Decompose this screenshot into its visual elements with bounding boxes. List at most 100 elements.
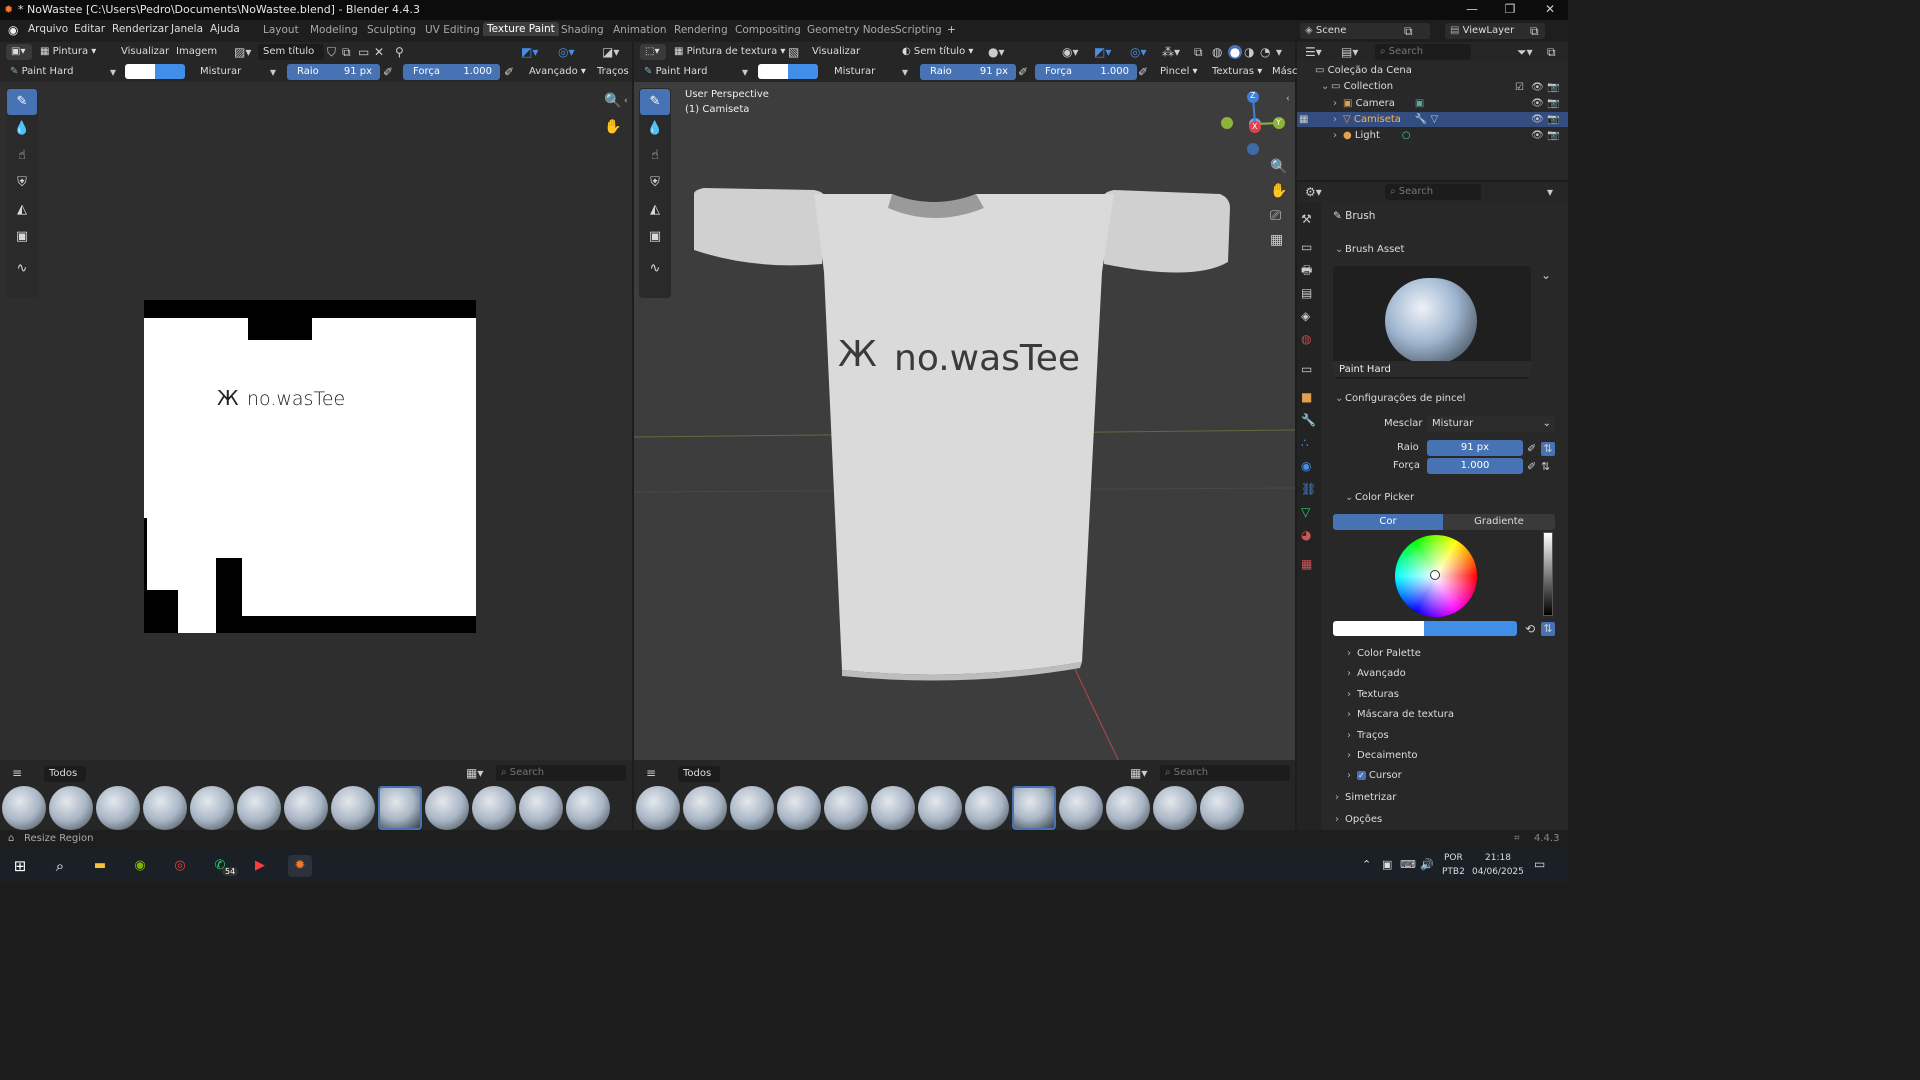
unified-icon[interactable]: ⇅ bbox=[1541, 460, 1550, 474]
menu-renderizar[interactable]: Renderizar bbox=[112, 23, 169, 35]
radius-field[interactable]: 91 px bbox=[1427, 440, 1523, 456]
brush-thumb[interactable] bbox=[2, 786, 46, 830]
menu-icon[interactable]: ≡ bbox=[12, 766, 22, 780]
brush-dropdown[interactable]: ✎ Paint Hard bbox=[10, 64, 73, 80]
grid-view-icon[interactable]: ▦▾ bbox=[1130, 766, 1147, 780]
cursor-checkbox[interactable]: ✓ bbox=[1357, 771, 1366, 780]
grid-view-icon[interactable]: ▦▾ bbox=[466, 766, 483, 780]
menu-arquivo[interactable]: Arquivo bbox=[28, 23, 68, 35]
wireframe-shading-icon[interactable]: ◍ bbox=[1212, 45, 1222, 59]
panel-advanced[interactable]: › Avançado bbox=[1347, 668, 1406, 679]
blend-dropdown[interactable]: Misturar ⌄ bbox=[1427, 416, 1555, 432]
editor-type-icon[interactable]: ▣▾ bbox=[6, 44, 32, 60]
chevron-down-icon[interactable]: ▾ bbox=[270, 65, 276, 79]
tab-scripting[interactable]: Scripting bbox=[895, 24, 942, 36]
chevron-down-icon[interactable]: ▾ bbox=[902, 65, 908, 79]
brush-thumb[interactable] bbox=[1106, 786, 1150, 830]
panel-color-picker[interactable]: ⌄ Color Picker bbox=[1345, 492, 1414, 503]
tab-uv-editing[interactable]: UV Editing bbox=[425, 24, 480, 36]
brush-thumb[interactable] bbox=[143, 786, 187, 830]
tab-layout[interactable]: Layout bbox=[263, 24, 299, 36]
chevron-down-icon[interactable]: ⌄ bbox=[1541, 268, 1551, 282]
strokes-menu[interactable]: Traços bbox=[597, 64, 629, 80]
media-player-icon[interactable]: ▶ bbox=[248, 855, 272, 877]
smear-tool-icon[interactable]: ☝ bbox=[640, 143, 670, 169]
tab-modeling[interactable]: Modeling bbox=[310, 24, 358, 36]
draw-tool-icon[interactable]: ✎ bbox=[7, 89, 37, 115]
brush-thumb[interactable] bbox=[96, 786, 140, 830]
tab-sculpting[interactable]: Sculpting bbox=[367, 24, 416, 36]
brush-menu[interactable]: Pincel ▾ bbox=[1160, 64, 1198, 80]
new-scene-icon[interactable]: ⧉ bbox=[1404, 24, 1413, 38]
viewport-view-menu[interactable]: Visualizar bbox=[812, 44, 860, 60]
draw-tool-icon[interactable]: ✎ bbox=[640, 89, 670, 115]
outliner-item-camiseta[interactable]: › ▽ Camiseta 🔧 ▽ bbox=[1333, 114, 1438, 125]
unified-color-icon[interactable]: ⇅ bbox=[1541, 622, 1555, 636]
menu-icon[interactable]: ≡ bbox=[646, 766, 656, 780]
strength-field[interactable]: 1.000 bbox=[1427, 458, 1523, 474]
brush-thumb[interactable] bbox=[965, 786, 1009, 830]
brush-thumb-selected[interactable] bbox=[1012, 786, 1056, 830]
filter-icon[interactable]: ⏷▾ bbox=[1517, 45, 1533, 59]
color-wheel-cursor[interactable] bbox=[1430, 570, 1440, 580]
tab-texture-paint[interactable]: Texture Paint bbox=[483, 22, 559, 36]
visibility-icon[interactable]: ◉▾ bbox=[1062, 45, 1079, 59]
display-mode-icon[interactable]: ▤▾ bbox=[1341, 45, 1358, 59]
brush-thumb[interactable] bbox=[918, 786, 962, 830]
image-editor-canvas[interactable]: ✎ 💧 ☝ ⛨ ◭ ▣ ∿ 🔍 ✋ ‹ Ж no.wasTee bbox=[0, 82, 632, 760]
panel-brush-asset[interactable]: ⌄ Brush Asset bbox=[1335, 244, 1404, 255]
panel-color-palette[interactable]: › Color Palette bbox=[1347, 648, 1421, 659]
brush-thumb[interactable] bbox=[1200, 786, 1244, 830]
pressure-icon[interactable]: ✐ bbox=[504, 65, 514, 79]
particles-tab-icon[interactable]: ∴ bbox=[1301, 436, 1309, 450]
camera-render-icon[interactable]: 📷 bbox=[1547, 81, 1559, 95]
brush-thumb[interactable] bbox=[1059, 786, 1103, 830]
soften-tool-icon[interactable]: 💧 bbox=[7, 116, 37, 142]
viewlayer-tab-icon[interactable]: ▤ bbox=[1301, 286, 1312, 300]
tab-gradient[interactable]: Gradiente bbox=[1443, 514, 1555, 530]
brush-thumb[interactable] bbox=[472, 786, 516, 830]
radius-field[interactable]: Raio 91 px bbox=[920, 64, 1016, 80]
nvidia-icon[interactable]: ◉ bbox=[128, 855, 152, 877]
lang-primary[interactable]: POR bbox=[1444, 853, 1463, 863]
brush-thumb[interactable] bbox=[331, 786, 375, 830]
tab-compositing[interactable]: Compositing bbox=[735, 24, 801, 36]
camera-render-icon[interactable]: 📷 bbox=[1547, 129, 1559, 143]
tab-rendering[interactable]: Rendering bbox=[674, 24, 728, 36]
gizmo-y-label[interactable]: Y bbox=[1276, 118, 1281, 127]
pressure-icon[interactable]: ✐ bbox=[1527, 442, 1536, 456]
output-tab-icon[interactable]: 🖶 bbox=[1301, 263, 1312, 277]
brush-thumb[interactable] bbox=[425, 786, 469, 830]
pin-icon[interactable]: ⚲ bbox=[395, 45, 404, 59]
brush-thumb[interactable] bbox=[730, 786, 774, 830]
secondary-color-swatch[interactable] bbox=[155, 64, 185, 79]
fill-tool-icon[interactable]: ◭ bbox=[7, 197, 37, 223]
material-tab-icon[interactable]: ◕ bbox=[1301, 528, 1311, 542]
tab-shading[interactable]: Shading bbox=[561, 24, 604, 36]
clone-tool-icon[interactable]: ⛨ bbox=[7, 170, 37, 196]
fake-user-icon[interactable]: ⛉ bbox=[327, 45, 336, 59]
scene-tab-icon[interactable]: ◈ bbox=[1301, 309, 1310, 323]
asset-tab-todos[interactable]: Todos bbox=[44, 766, 86, 782]
unlink-image-icon[interactable]: ✕ bbox=[374, 45, 384, 59]
brush-thumb[interactable] bbox=[237, 786, 281, 830]
xray-menu-icon[interactable]: ⁂▾ bbox=[1162, 45, 1180, 59]
texture-tab-icon[interactable]: ▦ bbox=[1301, 557, 1312, 571]
open-image-icon[interactable]: ▭ bbox=[358, 45, 369, 59]
sample-icon[interactable]: ◩▾ bbox=[521, 45, 538, 59]
panel-textures[interactable]: › Texturas bbox=[1347, 689, 1399, 700]
object-tab-icon[interactable]: ■ bbox=[1301, 390, 1312, 404]
constraints-tab-icon[interactable]: ⛓ bbox=[1301, 482, 1316, 496]
brush-thumb[interactable] bbox=[566, 786, 610, 830]
pan-hand-icon[interactable]: ✋ bbox=[1270, 184, 1287, 198]
brush-dropdown[interactable]: ✎ Paint Hard bbox=[644, 64, 707, 80]
color-wheel[interactable] bbox=[1395, 535, 1477, 617]
new-viewlayer-icon[interactable]: ⧉ bbox=[1530, 24, 1539, 38]
eye-icon[interactable]: 👁 bbox=[1531, 113, 1544, 127]
render-tab-icon[interactable]: ▭ bbox=[1301, 240, 1312, 254]
pressure-icon[interactable]: ✐ bbox=[383, 65, 393, 79]
eye-icon[interactable]: 👁 bbox=[1531, 81, 1544, 95]
panel-symmetry[interactable]: › Simetrizar bbox=[1335, 792, 1396, 803]
panel-options[interactable]: › Opções bbox=[1335, 814, 1382, 825]
menu-editar[interactable]: Editar bbox=[74, 23, 105, 35]
